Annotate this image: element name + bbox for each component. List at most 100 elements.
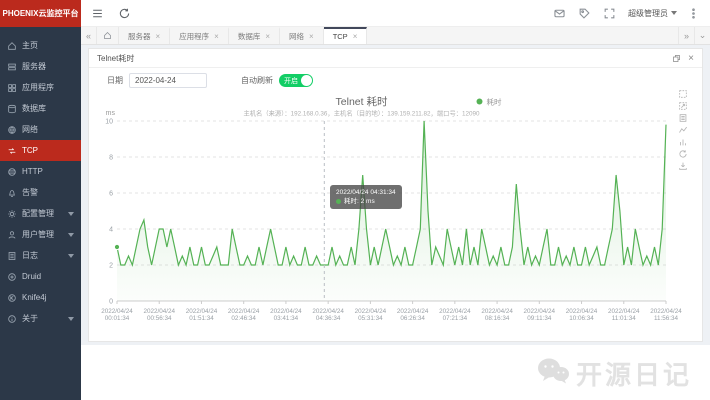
sidebar-item-12[interactable]: Druid [0, 266, 81, 287]
panel-tools: × [672, 54, 694, 63]
tabbar-right: » ⌄ [678, 27, 710, 44]
tab-1[interactable]: 服务器 × [119, 27, 170, 44]
x-tick-label: 2022/04/2400:56:34 [143, 308, 175, 322]
tab-3[interactable]: 数据库 × [229, 27, 280, 44]
tab-label: 服务器 [128, 31, 151, 42]
tab-close-icon[interactable]: × [309, 32, 314, 41]
sidebar-item-9[interactable]: 配置管理 [0, 203, 81, 224]
more-icon[interactable] [687, 7, 700, 20]
tab-close-icon[interactable]: × [353, 32, 358, 41]
chart-title: Telnet 耗时 [336, 96, 388, 108]
chevron-down-icon [68, 254, 74, 258]
save-image-icon[interactable] [678, 161, 688, 171]
tabs-menu-icon[interactable]: ⌄ [694, 27, 710, 44]
chart-area: Telnet 耗时耗时主机名（来源）：192.168.0.36，主机名（目的地）… [95, 93, 696, 341]
http-icon [7, 167, 17, 177]
x-tick-label: 2022/04/2406:26:34 [397, 308, 429, 322]
sidebar-item-4[interactable]: 数据库 [0, 98, 81, 119]
date-label: 日期 [107, 75, 123, 86]
data-view-icon[interactable] [678, 113, 688, 123]
x-tick-label: 2022/04/2405:31:34 [355, 308, 387, 322]
home-tab-icon[interactable] [97, 27, 119, 44]
toggle-knob [301, 75, 312, 86]
knife4j-icon [7, 293, 17, 303]
watermark: 开源日记 [536, 355, 692, 392]
tab-label: 网络 [289, 31, 304, 42]
sidebar-item-8[interactable]: 告警 [0, 182, 81, 203]
auto-refresh-toggle[interactable]: 开启 [279, 74, 313, 87]
tab-5[interactable]: TCP × [324, 27, 368, 44]
sidebar-item-10[interactable]: 用户管理 [0, 224, 81, 245]
line-chart-icon[interactable] [678, 125, 688, 135]
config-icon [7, 209, 17, 219]
x-tick-label: 2022/04/2404:36:34 [312, 308, 344, 322]
tab-4[interactable]: 网络 × [280, 27, 324, 44]
sidebar-item-label: 配置管理 [22, 208, 54, 219]
app-logo: PHOENIX云监控平台 [0, 0, 81, 27]
y-tick-label: 0 [109, 298, 113, 305]
tabs-scroll-right-icon[interactable]: » [678, 27, 694, 44]
home-icon [7, 41, 17, 51]
refresh-icon[interactable] [118, 7, 131, 20]
x-tick-label: 2022/04/2402:46:34 [228, 308, 260, 322]
hover-point-icon [114, 244, 119, 249]
tab-label: TCP [333, 32, 348, 41]
telnet-chart-svg: Telnet 耗时耗时主机名（来源）：192.168.0.36，主机名（目的地）… [95, 93, 696, 333]
sidebar-item-5[interactable]: 网络 [0, 119, 81, 140]
sidebar-item-14[interactable]: 关于 [0, 308, 81, 329]
chart-canvas[interactable]: Telnet 耗时耗时主机名（来源）：192.168.0.36，主机名（目的地）… [95, 93, 696, 338]
zoom-reset-icon[interactable] [678, 101, 688, 111]
y-tick-label: 2 [109, 262, 113, 269]
tabs-scroll-left-icon[interactable]: « [81, 27, 97, 44]
bar-chart-icon[interactable] [678, 137, 688, 147]
tab-close-icon[interactable]: × [156, 32, 161, 41]
tab-2[interactable]: 应用程序 × [170, 27, 229, 44]
filter-form: 日期 自动刷新 开启 [89, 68, 702, 92]
sidebar-item-7[interactable]: HTTP [0, 161, 81, 182]
app-title: PHOENIX云监控平台 [2, 8, 78, 19]
zoom-box-icon[interactable] [678, 89, 688, 99]
app-icon [7, 83, 17, 93]
chevron-down-icon [671, 11, 677, 15]
sidebar-item-2[interactable]: 服务器 [0, 56, 81, 77]
close-icon[interactable]: × [688, 54, 694, 63]
sidebar-item-13[interactable]: Knife4j [0, 287, 81, 308]
footer: 开源日记 [81, 345, 710, 400]
x-tick-label: 2022/04/2408:16:34 [481, 308, 513, 322]
sidebar-item-label: 用户管理 [22, 229, 54, 240]
fullscreen-icon[interactable] [603, 7, 616, 20]
restore-icon[interactable] [678, 149, 688, 159]
tabs-container: 服务器 × 应用程序 × 数据库 × 网络 × TCP × [119, 27, 678, 44]
legend-marker-icon [477, 99, 483, 105]
y-tick-label: 8 [109, 154, 113, 161]
druid-icon [7, 272, 17, 282]
sidebar-item-6[interactable]: TCP [0, 140, 81, 161]
panel-header: Telnet耗时 × [89, 49, 702, 68]
chevron-down-icon [68, 212, 74, 216]
x-tick-label: 2022/04/2409:11:34 [524, 308, 556, 322]
top-navbar: 超级管理员 [81, 0, 710, 27]
theme-icon[interactable] [578, 7, 591, 20]
sidebar-item-3[interactable]: 应用程序 [0, 77, 81, 98]
tab-close-icon[interactable]: × [265, 32, 270, 41]
tab-label: 数据库 [238, 31, 261, 42]
content-area: Telnet耗时 × 日期 自动刷新 开启 [81, 45, 710, 345]
y-tick-label: 10 [105, 118, 113, 125]
series-area [117, 121, 666, 301]
series-line [117, 121, 666, 265]
sidebar-item-1[interactable]: 主页 [0, 35, 81, 56]
restore-window-icon[interactable] [672, 54, 681, 63]
sidebar-item-label: 主页 [22, 40, 38, 51]
tab-close-icon[interactable]: × [214, 32, 219, 41]
sidebar-item-11[interactable]: 日志 [0, 245, 81, 266]
user-dropdown[interactable]: 超级管理员 [628, 8, 677, 19]
sidebar-item-label: 服务器 [22, 61, 46, 72]
message-icon[interactable] [553, 7, 566, 20]
alert-icon [7, 188, 17, 198]
sidebar-item-label: 日志 [22, 250, 38, 261]
tab-label: 应用程序 [179, 31, 209, 42]
hamburger-icon[interactable] [91, 7, 104, 20]
main-area: 超级管理员 « 服务器 × 应用程序 × 数据库 × 网络 × TCP × » ⌄ Telnet耗… [81, 0, 710, 400]
database-icon [7, 104, 17, 114]
date-input[interactable] [129, 73, 207, 88]
